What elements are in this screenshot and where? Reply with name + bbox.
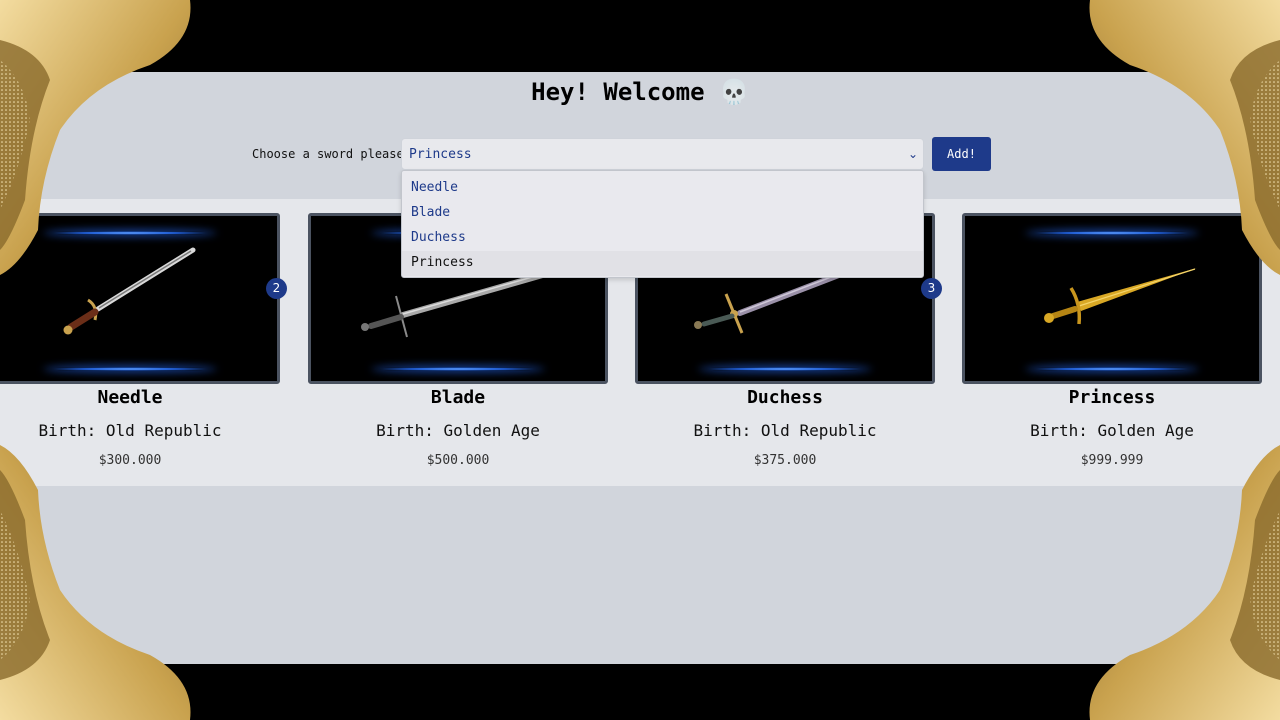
option-blade[interactable]: Blade (402, 201, 923, 226)
count-badge: 2 (266, 278, 287, 299)
sword-birth: Birth: Old Republic (693, 421, 877, 440)
sword-dropdown-list: Needle Blade Duchess Princess (401, 170, 924, 278)
sword-price: $375.000 (753, 453, 817, 468)
gold-wave-ornament-bottom-right (1089, 445, 1280, 720)
sword-select[interactable]: Princess ⌄ (401, 138, 924, 170)
gold-wave-ornament-top-left (0, 0, 191, 275)
sword-name: Princess (1068, 387, 1156, 408)
sword-select-value: Princess (409, 147, 472, 162)
gold-wave-ornament-top-right (1089, 0, 1280, 275)
sword-birth: Birth: Golden Age (376, 421, 540, 440)
option-princess[interactable]: Princess (402, 251, 923, 276)
sword-picker-label: Choose a sword please (252, 147, 404, 161)
sword-name: Needle (97, 387, 163, 408)
count-badge: 3 (921, 278, 942, 299)
skull-icon: 💀 (718, 78, 749, 106)
sword-name: Blade (430, 387, 486, 408)
chevron-down-icon: ⌄ (907, 147, 918, 161)
gold-wave-ornament-bottom-left (0, 445, 191, 720)
add-button[interactable]: Add! (932, 137, 991, 171)
sword-name: Duchess (747, 387, 823, 408)
title-text: Hey! Welcome (531, 78, 705, 106)
sword-price: $500.000 (426, 453, 490, 468)
sword-birth: Birth: Golden Age (1030, 421, 1194, 440)
option-needle[interactable]: Needle (402, 176, 923, 201)
sword-birth: Birth: Old Republic (38, 421, 222, 440)
option-duchess[interactable]: Duchess (402, 226, 923, 251)
